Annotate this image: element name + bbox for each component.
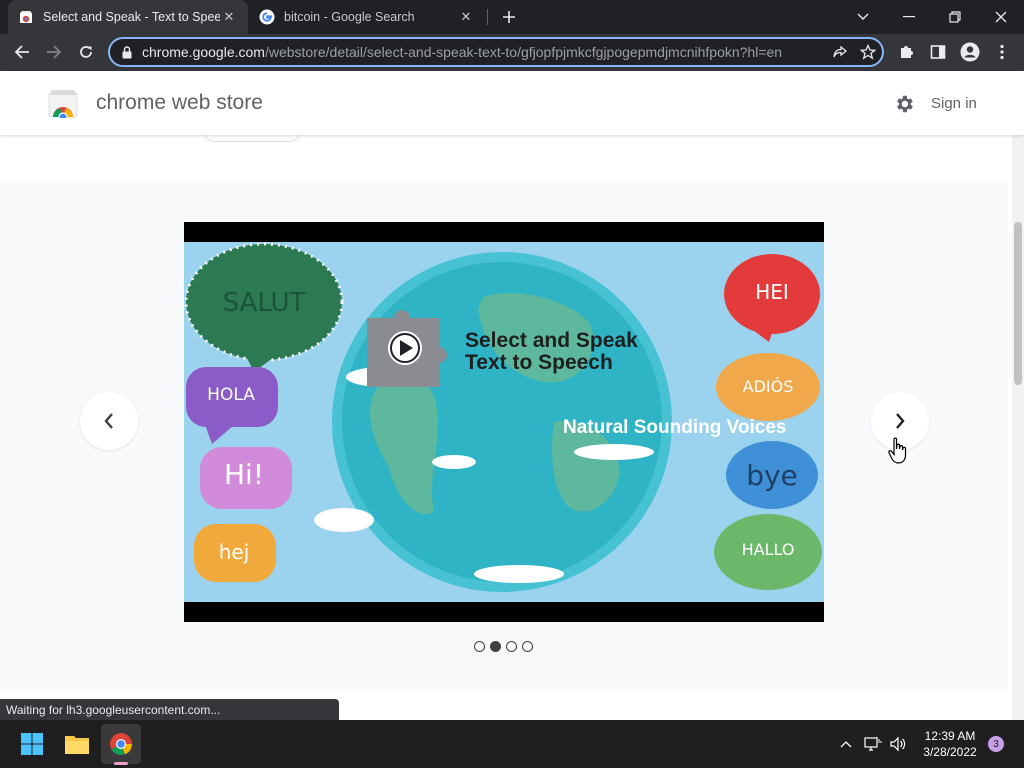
windows-taskbar: 12:39 AM 3/28/2022	[0, 720, 1024, 768]
carousel-dot-active[interactable]	[490, 641, 501, 652]
store-title[interactable]: chrome web store	[96, 91, 263, 115]
tab-title: Select and Speak - Text to Speech	[43, 10, 220, 24]
folder-icon	[65, 736, 89, 754]
scrollbar-thumb[interactable]	[1014, 222, 1022, 385]
arrow-right-icon	[47, 45, 62, 59]
screen: Select and Speak - Text to Speech ✕ bitc…	[0, 0, 1024, 768]
back-button[interactable]	[8, 38, 36, 66]
lock-icon	[120, 45, 134, 59]
start-button[interactable]	[12, 724, 52, 764]
close-icon[interactable]: ✕	[457, 8, 475, 26]
bubble-bye: bye	[746, 459, 798, 492]
tab-divider	[487, 9, 488, 25]
chrome-web-store-logo[interactable]	[48, 88, 78, 122]
active-app-indicator	[114, 762, 128, 765]
bubble-hej: hej	[218, 540, 250, 564]
store-header: chrome web store Sign in	[0, 71, 1024, 135]
arrow-left-icon	[14, 45, 29, 59]
bubble-adios: ADIÓS	[742, 377, 794, 396]
google-icon	[259, 9, 275, 25]
menu-button[interactable]	[988, 38, 1016, 66]
chrome-web-store-icon	[18, 9, 34, 25]
url-host: chrome.google.com	[142, 44, 265, 60]
extensions-button[interactable]	[892, 38, 920, 66]
tab-title: bitcoin - Google Search	[284, 10, 415, 24]
clock-time: 12:39 AM	[924, 729, 976, 743]
bubble-hola: HOLA	[207, 385, 255, 405]
status-bubble: Waiting for lh3.googleusercontent.com...	[0, 699, 339, 720]
new-tab-button[interactable]	[497, 5, 521, 29]
close-icon[interactable]: ✕	[220, 8, 238, 26]
settings-button[interactable]	[891, 91, 917, 117]
tab-select-and-speak[interactable]: Select and Speak - Text to Speech ✕	[8, 0, 248, 34]
volume-button[interactable]	[886, 732, 910, 756]
video-headline-line1: Select and Speak	[465, 329, 638, 352]
side-panel-icon	[930, 45, 946, 59]
minimize-button[interactable]	[886, 0, 932, 34]
chevron-right-icon	[896, 413, 905, 429]
system-clock[interactable]: 12:39 AM 3/28/2022	[915, 728, 985, 760]
tab-strip: Select and Speak - Text to Speech ✕ bitc…	[0, 0, 1024, 34]
show-hidden-icons-button[interactable]	[834, 732, 858, 756]
minimize-icon	[903, 16, 915, 18]
video-player[interactable]: SALUT HOLA Hi! hej HEI ADIÓS bye HALLO S…	[184, 222, 824, 622]
tab-search-button[interactable]	[840, 0, 886, 34]
profile-button[interactable]	[956, 38, 984, 66]
notification-badge[interactable]: 3	[988, 736, 1004, 752]
gear-icon	[897, 95, 913, 113]
file-explorer-button[interactable]	[57, 724, 97, 764]
network-button[interactable]	[861, 732, 885, 756]
browser-toolbar: chrome.google.com/webstore/detail/select…	[0, 34, 1024, 71]
side-panel-button[interactable]	[924, 38, 952, 66]
restore-icon	[949, 11, 961, 23]
avatar-icon	[960, 42, 980, 62]
hand-cursor-icon	[888, 437, 907, 464]
previous-slide-button[interactable]	[80, 392, 138, 450]
network-icon	[864, 737, 882, 751]
url-text: chrome.google.com/webstore/detail/select…	[142, 44, 826, 60]
restore-button[interactable]	[932, 0, 978, 34]
bubble-hallo: HALLO	[741, 540, 795, 559]
clock-date: 3/28/2022	[923, 745, 977, 759]
tab-bitcoin-search[interactable]: bitcoin - Google Search ✕	[249, 0, 485, 34]
chrome-taskbar-button[interactable]	[101, 724, 141, 764]
reload-button[interactable]	[72, 38, 100, 66]
video-headline-line2: Text to Speech	[465, 351, 613, 374]
reload-icon	[80, 46, 92, 58]
windows-icon	[21, 733, 43, 755]
chevron-down-icon	[857, 13, 869, 20]
carousel-dots	[474, 641, 533, 652]
bubble-hi: Hi!	[223, 458, 265, 491]
carousel-dot[interactable]	[506, 641, 517, 652]
carousel-dot[interactable]	[474, 641, 485, 652]
address-bar[interactable]: chrome.google.com/webstore/detail/select…	[108, 37, 884, 67]
bubble-salut: SALUT	[222, 288, 306, 318]
more-vert-icon	[1000, 44, 1004, 60]
close-window-button[interactable]	[978, 0, 1024, 34]
chevron-left-icon	[104, 413, 113, 429]
bubble-hei: HEI	[755, 280, 789, 304]
video-tagline: Natural Sounding Voices	[563, 417, 787, 438]
chrome-icon	[110, 733, 133, 756]
share-icon[interactable]	[826, 39, 854, 65]
puzzle-icon	[901, 46, 913, 58]
carousel-dot[interactable]	[522, 641, 533, 652]
close-icon	[995, 11, 1007, 23]
speaker-icon	[890, 736, 906, 752]
plus-icon	[503, 11, 515, 23]
star-icon[interactable]	[854, 39, 882, 65]
forward-button[interactable]	[40, 38, 68, 66]
url-path: /webstore/detail/select-and-speak-text-t…	[264, 44, 783, 60]
sign-in-link[interactable]: Sign in	[931, 95, 977, 112]
chevron-up-icon	[840, 741, 852, 748]
